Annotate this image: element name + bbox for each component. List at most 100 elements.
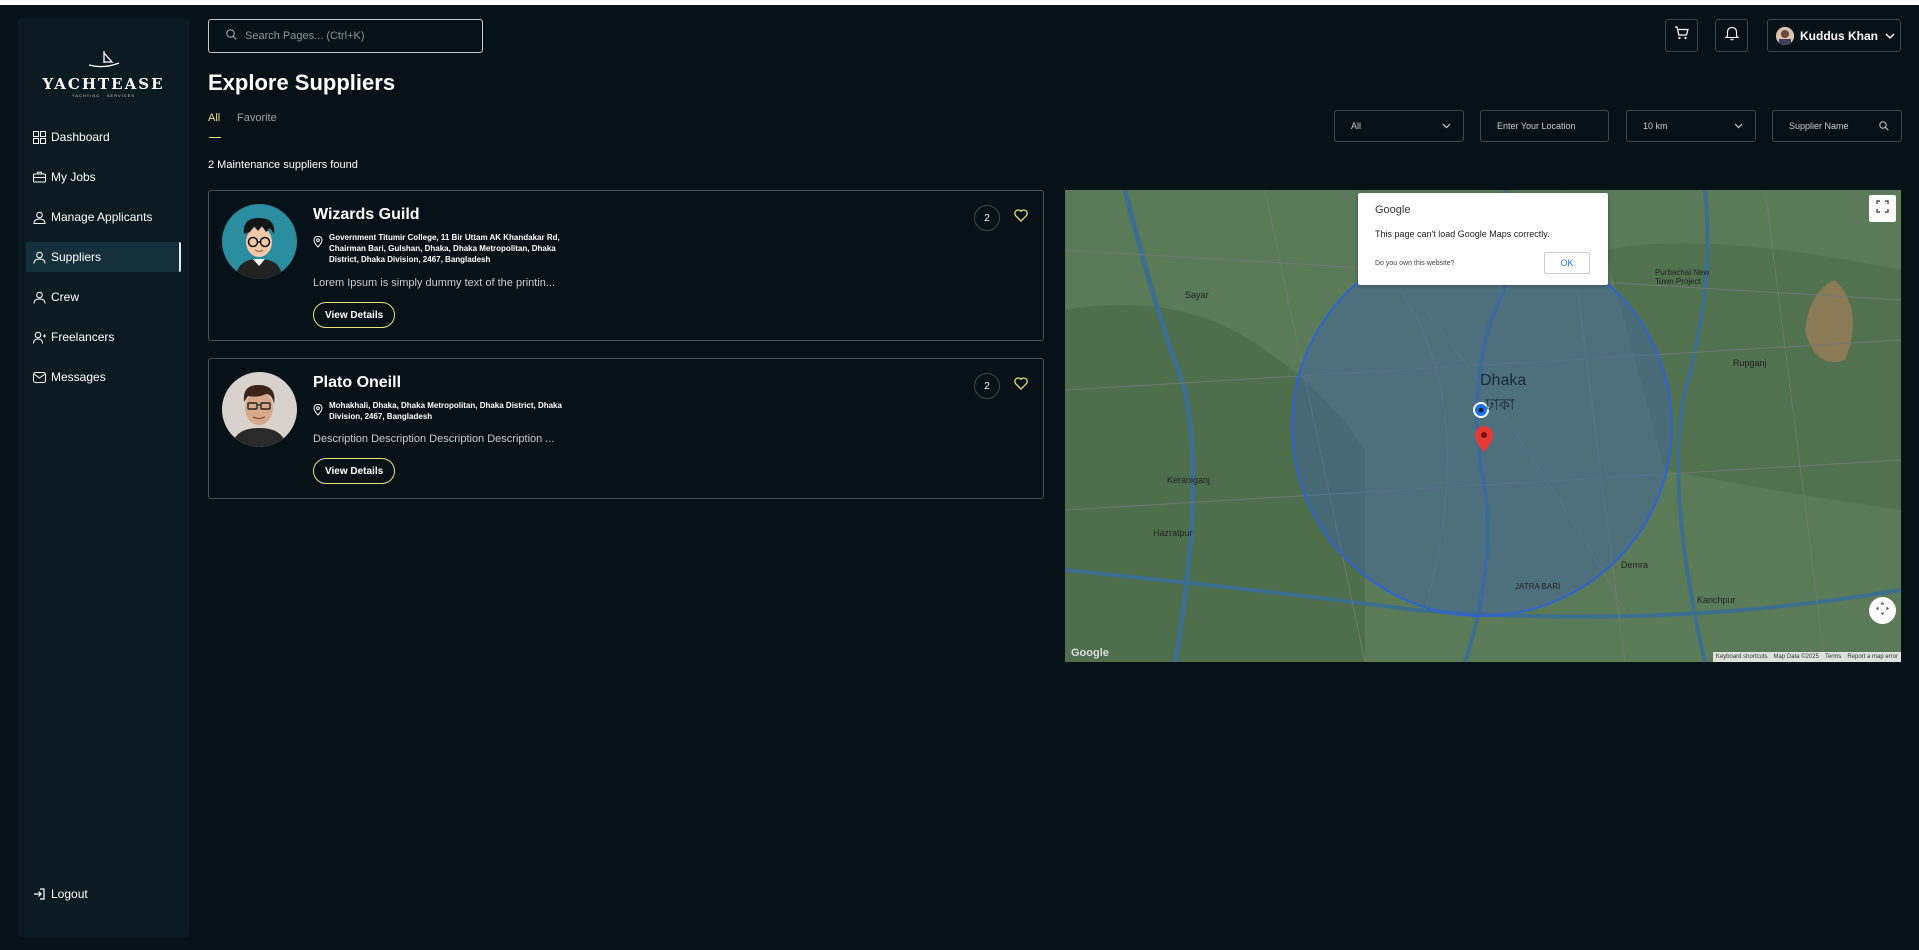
terms-link[interactable]: Terms (1825, 654, 1841, 660)
google-logo: Google (1071, 647, 1109, 659)
sidebar-item-suppliers[interactable]: Suppliers (26, 242, 181, 272)
brand-tagline: YACHTING · SERVICES (71, 93, 136, 98)
fullscreen-icon (1876, 199, 1889, 218)
supplier-description: Description Description Description Desc… (313, 433, 555, 445)
map-place-label: Sayar (1185, 290, 1209, 300)
search-bar[interactable] (208, 19, 483, 53)
results-count: 2 Maintenance suppliers found (208, 159, 358, 171)
map-view[interactable]: Dhaka ঢাকা Sayar Demra Kanchpur Hazratpu… (1065, 190, 1901, 662)
sidebar-item-crew[interactable]: Crew (26, 282, 181, 312)
dialog-brand: Google (1375, 204, 1411, 216)
radius-value: 10 km (1643, 121, 1668, 131)
location-placeholder: Enter Your Location (1497, 121, 1576, 131)
sidebar-item-label: My Jobs (51, 170, 96, 184)
map-place-label: Rupganj (1733, 358, 1767, 368)
search-input[interactable] (245, 30, 465, 42)
cart-button[interactable] (1665, 19, 1698, 52)
dialog-message: This page can't load Google Maps correct… (1375, 229, 1550, 239)
supplier-name[interactable]: Wizards Guild (313, 206, 420, 224)
brand-logo[interactable]: YACHTEASE YACHTING · SERVICES (18, 50, 189, 98)
sail-icon (88, 51, 119, 68)
top-edge (0, 0, 1919, 5)
page-title: Explore Suppliers (208, 70, 396, 95)
heart-icon[interactable] (1014, 377, 1028, 395)
freelancers-icon (32, 330, 46, 344)
supplier-address: Government Titumir College, 11 Bir Uttam… (313, 232, 563, 265)
sidebar-item-label: Manage Applicants (51, 210, 153, 224)
category-value: All (1351, 121, 1362, 131)
map-footer: Keyboard shortcuts Map Data ©2025 Terms … (1712, 652, 1901, 662)
address-text: Mohakhali, Dhaka, Dhaka Metropolitan, Dh… (329, 401, 562, 421)
sidebar-item-manage-applicants[interactable]: Manage Applicants (26, 202, 181, 232)
cart-icon (1674, 26, 1689, 45)
map-place-label: Purbachal New Town Project (1655, 268, 1710, 286)
report-error-link[interactable]: Report a map error (1847, 654, 1898, 660)
suppliers-icon (32, 250, 46, 264)
dialog-question[interactable]: Do you own this website? (1375, 260, 1454, 267)
sidebar-item-label: Messages (51, 370, 106, 384)
map-place-label: Demra (1621, 560, 1649, 570)
active-tab-indicator (209, 137, 221, 138)
tab-all[interactable]: All (208, 112, 220, 124)
supplier-card[interactable]: Wizards Guild Government Titumir College… (208, 190, 1044, 341)
briefcase-icon (32, 170, 46, 184)
location-field[interactable]: Enter Your Location (1480, 110, 1609, 142)
sidebar: YACHTEASE YACHTING · SERVICES Dashboard … (18, 18, 189, 937)
location-pin-icon (313, 235, 323, 265)
avatar (1776, 26, 1794, 45)
logout-label: Logout (51, 887, 88, 901)
sidebar-item-label: Dashboard (51, 130, 110, 144)
category-select[interactable]: All (1334, 110, 1464, 142)
dashboard-icon (32, 130, 46, 144)
map-place-label: JATRA BARI (1515, 582, 1561, 591)
view-details-button[interactable]: View Details (313, 458, 396, 484)
map-place-label: Hazratpur (1153, 528, 1193, 538)
applicants-icon (32, 210, 46, 224)
move-camera-icon (1875, 601, 1890, 621)
sidebar-item-messages[interactable]: Messages (26, 362, 181, 392)
dialog-ok-button[interactable]: OK (1544, 252, 1590, 274)
sidebar-item-label: Freelancers (51, 330, 115, 344)
fullscreen-button[interactable] (1869, 195, 1896, 222)
supplier-avatar (222, 204, 297, 279)
map-place-label: Keraniganj (1167, 475, 1211, 485)
count-badge: 2 (974, 373, 1000, 399)
map-place-label: Kanchpur (1697, 595, 1736, 605)
view-details-button[interactable]: View Details (313, 302, 396, 328)
sidebar-item-dashboard[interactable]: Dashboard (26, 122, 181, 152)
logout-icon (32, 887, 46, 901)
map-camera-control[interactable] (1869, 597, 1896, 624)
radius-select[interactable]: 10 km (1626, 110, 1756, 142)
keyboard-shortcuts-link[interactable]: Keyboard shortcuts (1716, 654, 1768, 660)
tab-favorite[interactable]: Favorite (237, 112, 277, 124)
supplier-description: Lorem Ipsum is simply dummy text of the … (313, 277, 556, 289)
sidebar-item-freelancers[interactable]: Freelancers (26, 322, 181, 352)
supplier-name-field[interactable]: Supplier Name (1772, 110, 1902, 142)
notifications-button[interactable] (1715, 19, 1748, 52)
count-badge: 2 (974, 205, 1000, 231)
sidebar-item-my-jobs[interactable]: My Jobs (26, 162, 181, 192)
supplier-name-placeholder: Supplier Name (1789, 121, 1849, 131)
supplier-address: Mohakhali, Dhaka, Dhaka Metropolitan, Dh… (313, 400, 563, 422)
map-data-credit: Map Data ©2025 (1773, 654, 1819, 660)
search-icon (1879, 121, 1889, 133)
logout-button[interactable]: Logout (32, 887, 88, 901)
user-name: Kuddus Khan (1800, 28, 1878, 43)
address-text: Government Titumir College, 11 Bir Uttam… (329, 233, 560, 264)
sidebar-item-label: Suppliers (51, 250, 102, 264)
map-error-dialog: Google This page can't load Google Maps … (1358, 193, 1608, 285)
user-menu[interactable]: Kuddus Khan (1767, 19, 1901, 52)
crew-icon (32, 290, 46, 304)
map-city-label: Dhaka (1480, 372, 1527, 389)
chevron-down-icon (1442, 121, 1451, 131)
sidebar-item-label: Crew (51, 290, 80, 304)
location-pin-icon (313, 403, 323, 422)
supplier-card[interactable]: Plato Oneill Mohakhali, Dhaka, Dhaka Met… (208, 358, 1044, 499)
map-city-label-local: ঢাকা (1485, 397, 1515, 414)
search-icon (226, 27, 237, 45)
mail-icon (32, 370, 46, 384)
sidebar-nav: Dashboard My Jobs Manage Applicants Supp… (26, 122, 181, 402)
supplier-avatar (222, 372, 297, 447)
supplier-name[interactable]: Plato Oneill (313, 374, 401, 392)
heart-icon[interactable] (1014, 209, 1028, 227)
